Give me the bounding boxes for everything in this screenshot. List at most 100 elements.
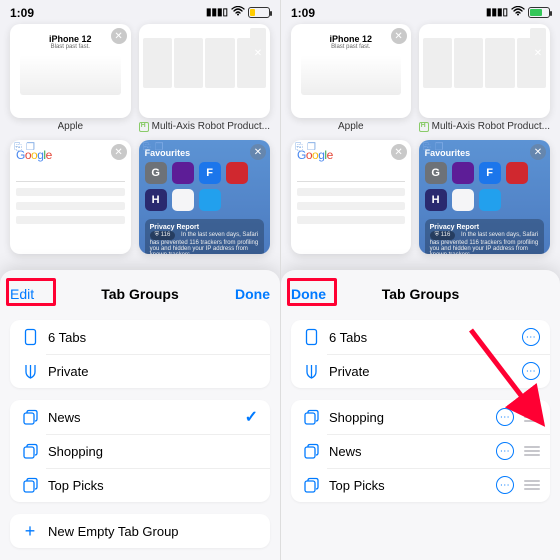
close-icon[interactable]: ✕ [391, 28, 407, 44]
checkmark-icon: ✓ [245, 407, 258, 427]
tabgroup-icon [20, 477, 40, 494]
favicon-icon [139, 122, 149, 132]
sheet-title: Tab Groups [10, 286, 270, 302]
tab-card-startpage[interactable]: ⎘❐ ✕ Favourites G F H Privacy Report ⛨ 1… [139, 140, 270, 270]
close-icon[interactable]: ✕ [530, 144, 546, 160]
tab-card-apple[interactable]: ✕ iPhone 12 Blast past fast. Apple [291, 24, 411, 134]
favourite-icon [172, 162, 194, 184]
favourite-icon: G [425, 162, 447, 184]
group-row[interactable]: Top Picks ⋯ [291, 468, 550, 502]
private-icon [301, 363, 321, 380]
more-options-icon[interactable]: ⋯ [496, 408, 514, 426]
signal-icon: ▮▮▮▯ [486, 7, 508, 18]
favourite-icon: G [145, 162, 167, 184]
status-time: 1:09 [10, 6, 34, 20]
close-icon[interactable]: ✕ [111, 144, 127, 160]
group-row[interactable]: Top Picks [10, 468, 270, 502]
tab-label: Multi-Axis Robot Product... [139, 121, 270, 132]
wifi-icon [511, 6, 525, 19]
plus-icon: + [20, 521, 40, 542]
tabgroup-icon [301, 409, 321, 426]
edit-button[interactable]: Edit [10, 286, 34, 302]
tab-card-google[interactable]: ⎘❐ ✕ Google [10, 140, 131, 270]
private-icon [20, 363, 40, 380]
group-row[interactable]: News ✓ [10, 400, 270, 434]
tab-card-apple[interactable]: ✕ iPhone 12 Blast past fast. Apple [10, 24, 131, 134]
close-icon[interactable]: ✕ [391, 144, 407, 160]
tab-card-startpage[interactable]: ⎘❐ ✕ Favourites G F H Privacy Report ⛨ 1… [419, 140, 550, 270]
close-icon[interactable]: ✕ [250, 144, 266, 160]
battery-icon [528, 7, 550, 18]
tabgroup-icon [301, 477, 321, 494]
tabs-icon: ❐ [26, 142, 35, 153]
close-icon[interactable]: ✕ [250, 28, 266, 78]
privacy-report: Privacy Report ⛨ 116 In the last seven d… [425, 219, 544, 254]
favourite-icon: H [145, 189, 167, 211]
status-time: 1:09 [291, 6, 315, 20]
private-row[interactable]: Private [10, 354, 270, 388]
tab-card-robot[interactable]: ✕ Multi-Axis Robot Product... [419, 24, 550, 134]
phone-left: 1:09 ▮▮▮▯ ✕ iPhone 12 Blast past fast. A… [0, 0, 280, 560]
tab-card-robot[interactable]: ✕ Multi-Axis Robot Product... [139, 24, 270, 134]
more-options-icon[interactable]: ⋯ [496, 476, 514, 494]
drag-handle-icon[interactable] [524, 480, 540, 490]
group-row[interactable]: Shopping ⋯ [291, 400, 550, 434]
drag-handle-icon[interactable] [524, 446, 540, 456]
private-row[interactable]: Private ⋯ [291, 354, 550, 388]
tab-label: Apple [338, 121, 364, 132]
favicon-icon [419, 122, 429, 132]
default-group-list: 6 Tabs ⋯ Private ⋯ [291, 320, 550, 388]
sidebar-icon: ⎘ [295, 142, 303, 153]
sheet-title: Tab Groups [291, 286, 550, 302]
new-group-list: + New Empty Tab Group [10, 514, 270, 548]
close-icon[interactable]: ✕ [111, 28, 127, 44]
tabs-icon: ❐ [155, 142, 164, 153]
tab-label: Apple [58, 121, 84, 132]
tabs-icon [301, 328, 321, 346]
tabs-icon [20, 328, 40, 346]
tabgroup-icon [20, 409, 40, 426]
sidebar-icon: ⎘ [143, 142, 151, 153]
tab-groups-sheet: Edit Tab Groups Done 6 Tabs Private [0, 270, 280, 560]
group-row[interactable]: News ⋯ [291, 434, 550, 468]
wifi-icon [231, 6, 245, 19]
tabs-row[interactable]: 6 Tabs ⋯ [291, 320, 550, 354]
signal-icon: ▮▮▮▯ [206, 7, 228, 18]
phone-right: 1:09 ▮▮▮▯ ✕ iPhone 12 Blast past fast. A… [280, 0, 560, 560]
favourite-icon [199, 189, 221, 211]
status-bar: 1:09 ▮▮▮▯ [281, 0, 560, 22]
status-indicators: ▮▮▮▯ [206, 6, 270, 19]
favourite-icon: F [479, 162, 501, 184]
favourite-icon [452, 189, 474, 211]
tabs-row[interactable]: 6 Tabs [10, 320, 270, 354]
group-row[interactable]: Shopping [10, 434, 270, 468]
tab-label: Multi-Axis Robot Product... [419, 121, 550, 132]
drag-handle-icon[interactable] [524, 412, 540, 422]
tabgroup-icon [20, 443, 40, 460]
privacy-report: Privacy Report ⛨ 116 In the last seven d… [145, 219, 264, 254]
user-groups-list: Shopping ⋯ News ⋯ Top Picks ⋯ [291, 400, 550, 502]
user-groups-list: News ✓ Shopping Top Picks [10, 400, 270, 502]
favourite-icon: F [199, 162, 221, 184]
tab-groups-sheet: Done Tab Groups 6 Tabs ⋯ Private ⋯ [281, 270, 560, 560]
more-options-icon[interactable]: ⋯ [522, 328, 540, 346]
more-options-icon[interactable]: ⋯ [522, 362, 540, 380]
tabs-icon: ❐ [307, 142, 316, 153]
done-button[interactable]: Done [235, 286, 270, 302]
done-button[interactable]: Done [291, 286, 326, 302]
new-tab-group-button[interactable]: + New Empty Tab Group [10, 514, 270, 548]
favourite-icon [226, 162, 248, 184]
tabs-icon: ❐ [435, 142, 444, 153]
tab-overview: ✕ iPhone 12 Blast past fast. Apple ✕ Mul… [281, 0, 560, 290]
sidebar-icon: ⎘ [423, 142, 431, 153]
tab-overview: ✕ iPhone 12 Blast past fast. Apple ✕ Mul… [0, 0, 280, 290]
status-bar: 1:09 ▮▮▮▯ [0, 0, 280, 22]
favourite-icon [506, 162, 528, 184]
close-icon[interactable]: ✕ [530, 28, 546, 78]
tab-card-google[interactable]: ⎘❐ ✕ Google [291, 140, 411, 270]
favourite-icon [479, 189, 501, 211]
battery-icon [248, 7, 270, 18]
favourite-icon: H [425, 189, 447, 211]
tabgroup-icon [301, 443, 321, 460]
more-options-icon[interactable]: ⋯ [496, 442, 514, 460]
